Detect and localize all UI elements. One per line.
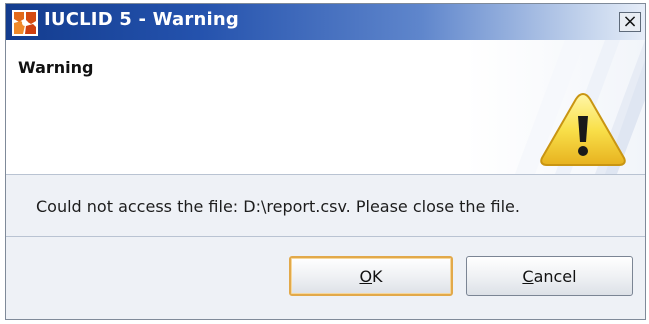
divider — [6, 236, 645, 237]
close-button[interactable]: × — [619, 12, 641, 32]
warning-message: Could not access the file: D:\report.csv… — [36, 197, 520, 216]
header-title: Warning — [18, 58, 94, 77]
iuclid-app-icon — [12, 10, 38, 36]
cancel-button[interactable]: Cancel — [466, 256, 633, 296]
ok-button[interactable]: OK — [289, 256, 453, 296]
title-bar[interactable]: IUCLID 5 - Warning × — [6, 4, 645, 40]
close-icon: × — [622, 11, 638, 32]
window-title: IUCLID 5 - Warning — [44, 9, 239, 30]
cancel-button-label: Cancel — [522, 266, 577, 286]
warning-dialog: IUCLID 5 - Warning × Warning Could not a… — [5, 3, 646, 320]
ok-button-label: OK — [359, 266, 383, 286]
header-panel: Warning — [6, 40, 645, 175]
warning-triangle-icon — [540, 92, 626, 166]
